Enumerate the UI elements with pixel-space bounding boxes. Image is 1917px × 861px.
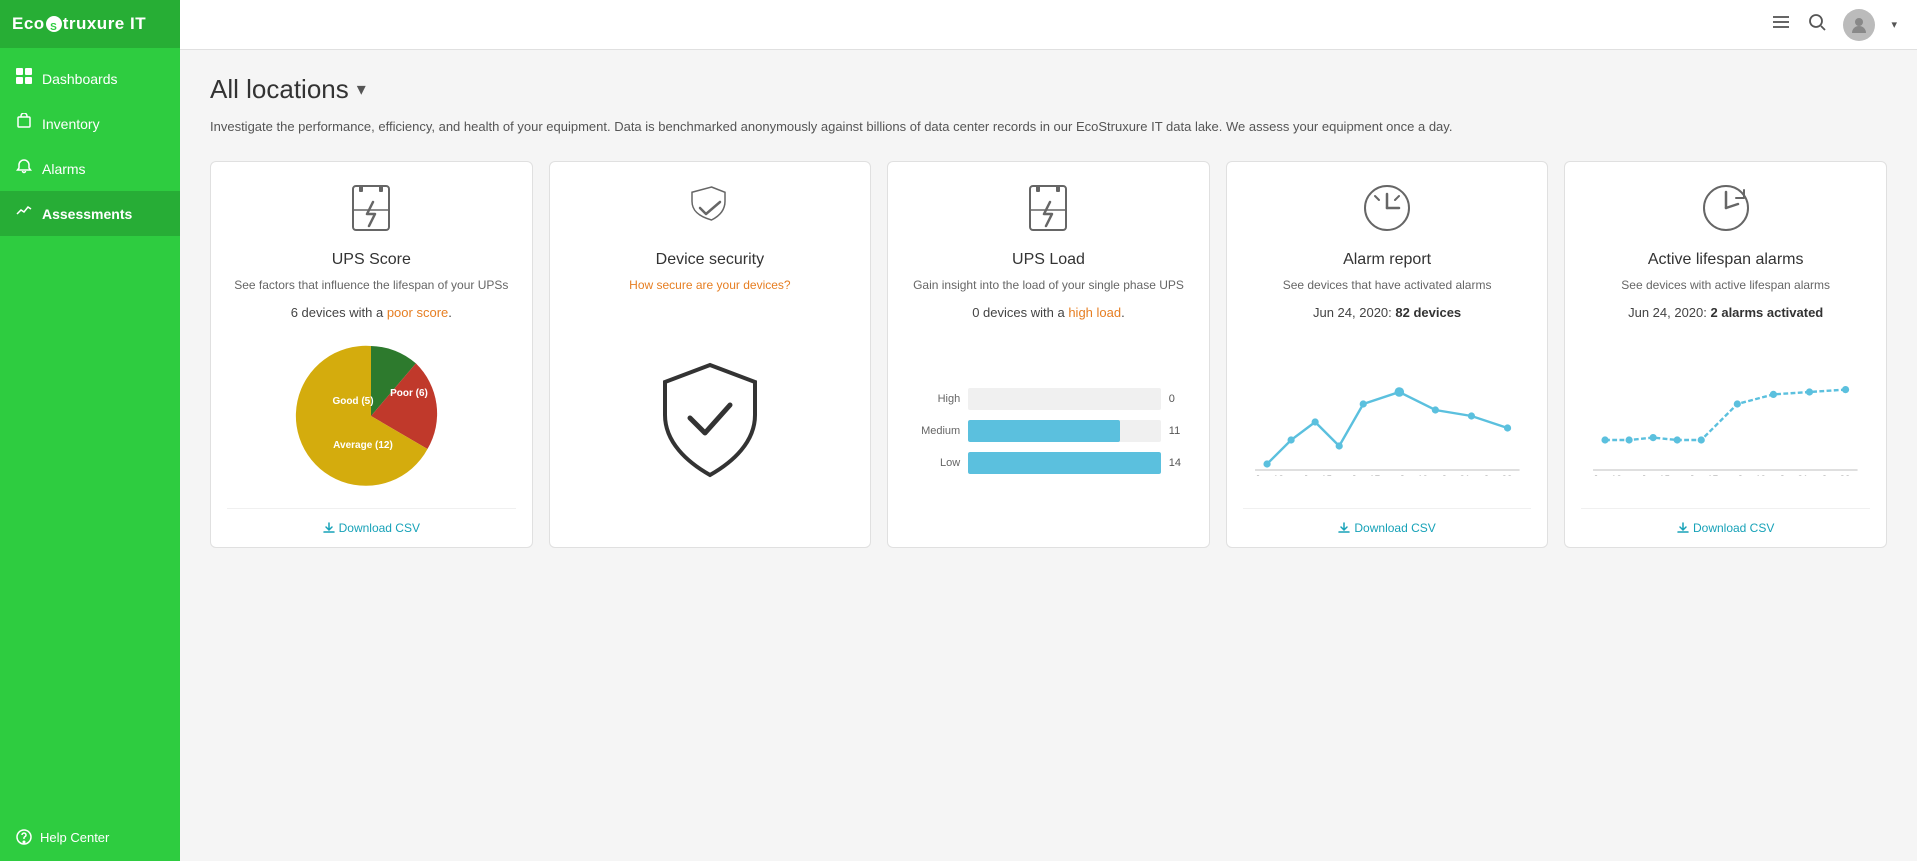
bar-row-high: High 0 [912, 388, 1185, 410]
location-dropdown[interactable]: ▾ [357, 79, 366, 100]
device-security-title: Device security [656, 251, 764, 269]
ups-load-title: UPS Load [1012, 251, 1085, 269]
svg-text:Jun 23: Jun 23 [1483, 474, 1512, 476]
sidebar-nav: Dashboards Inventory Alarms Assessments [0, 48, 180, 813]
svg-text:Poor (6): Poor (6) [390, 388, 428, 399]
help-icon [16, 829, 32, 845]
search-icon[interactable] [1807, 12, 1827, 37]
svg-text:Jun 15: Jun 15 [1303, 474, 1332, 476]
sidebar-item-dashboards-label: Dashboards [42, 71, 118, 87]
menu-icon[interactable] [1771, 12, 1791, 37]
alarms-icon [16, 158, 32, 179]
topbar: ▾ [180, 0, 1917, 50]
svg-text:Jun 21: Jun 21 [1780, 474, 1809, 476]
alarm-report-icon [1361, 182, 1413, 239]
bar-track-low [968, 452, 1161, 474]
avatar[interactable] [1843, 9, 1875, 41]
active-lifespan-download[interactable]: Download CSV [1581, 521, 1870, 535]
alarm-line-chart: Jun 13 Jun 15 Jun 17 Jun 19 Jun 21 Jun 2… [1243, 356, 1532, 476]
active-lifespan-title: Active lifespan alarms [1648, 251, 1804, 269]
ups-load-subtitle: Gain insight into the load of your singl… [913, 277, 1184, 294]
bar-label-medium: Medium [912, 425, 960, 437]
alarm-report-subtitle: See devices that have activated alarms [1283, 277, 1492, 294]
sidebar: EcoStruxure IT Dashboards Inventory Alar… [0, 0, 180, 861]
ups-score-title: UPS Score [332, 251, 411, 269]
bar-fill-medium [968, 420, 1119, 442]
sidebar-item-assessments[interactable]: Assessments [0, 191, 180, 236]
ups-load-icon [1022, 182, 1074, 239]
assessments-icon [16, 203, 32, 224]
active-lifespan-icon [1700, 182, 1752, 239]
bar-row-medium: Medium 11 [912, 420, 1185, 442]
ups-score-download[interactable]: Download CSV [227, 521, 516, 535]
sidebar-item-alarms-label: Alarms [42, 161, 86, 177]
svg-text:Jun 21: Jun 21 [1441, 474, 1470, 476]
svg-text:Jun 13: Jun 13 [1593, 474, 1622, 476]
svg-text:Jun 19: Jun 19 [1399, 474, 1428, 476]
active-lifespan-stat: Jun 24, 2020: 2 alarms activated [1628, 305, 1823, 320]
device-security-shield [566, 305, 855, 535]
alarm-report-stat: Jun 24, 2020: 82 devices [1313, 305, 1461, 320]
sidebar-item-inventory[interactable]: Inventory [0, 101, 180, 146]
svg-text:Jun 15: Jun 15 [1641, 474, 1670, 476]
help-center[interactable]: Help Center [0, 813, 180, 861]
bar-fill-low [968, 452, 1161, 474]
card-ups-score: UPS Score See factors that influence the… [210, 161, 533, 549]
active-lifespan-chart: Jun 13 Jun 15 Jun 17 Jun 19 Jun 21 Jun 2… [1581, 336, 1870, 496]
device-security-icon-top [684, 182, 736, 239]
sidebar-item-alarms[interactable]: Alarms [0, 146, 180, 191]
svg-text:Jun 17: Jun 17 [1351, 474, 1380, 476]
bar-chart: High 0 Medium 11 [904, 388, 1193, 484]
page-description: Investigate the performance, efficiency,… [210, 117, 1510, 137]
bar-row-low: Low 14 [912, 452, 1185, 474]
pie-chart: Good (5) Poor (6) Average (12) [291, 336, 451, 496]
bar-track-high [968, 388, 1161, 410]
card-active-lifespan: Active lifespan alarms See devices with … [1564, 161, 1887, 549]
svg-text:Jun 19: Jun 19 [1738, 474, 1767, 476]
ups-load-chart: High 0 Medium 11 [904, 336, 1193, 535]
card-ups-load: UPS Load Gain insight into the load of y… [887, 161, 1210, 549]
content-area: All locations ▾ Investigate the performa… [180, 50, 1917, 861]
ups-score-footer: Download CSV [227, 508, 516, 547]
card-device-security: Device security How secure are your devi… [549, 161, 872, 549]
sidebar-item-assessments-label: Assessments [42, 206, 132, 222]
user-dropdown-arrow[interactable]: ▾ [1891, 18, 1897, 31]
page-title: All locations [210, 74, 349, 105]
ups-score-stat: 6 devices with a poor score. [291, 305, 452, 320]
alarm-report-title: Alarm report [1343, 251, 1431, 269]
bar-label-low: Low [912, 457, 960, 469]
help-center-label: Help Center [40, 830, 109, 845]
svg-text:Jun 13: Jun 13 [1255, 474, 1284, 476]
svg-text:Good (5): Good (5) [333, 396, 374, 407]
bar-value-medium: 11 [1169, 425, 1185, 437]
page-header: All locations ▾ [210, 74, 1887, 105]
bar-track-medium [968, 420, 1161, 442]
sidebar-item-inventory-label: Inventory [42, 116, 100, 132]
svg-text:Jun 23: Jun 23 [1822, 474, 1851, 476]
active-lifespan-footer: Download CSV [1581, 508, 1870, 547]
ups-score-chart: Good (5) Poor (6) Average (12) [227, 336, 516, 496]
lifespan-line-chart: Jun 13 Jun 15 Jun 17 Jun 19 Jun 21 Jun 2… [1581, 356, 1870, 476]
bar-value-low: 14 [1169, 457, 1185, 469]
main-content: ▾ All locations ▾ Investigate the perfor… [180, 0, 1917, 861]
active-lifespan-subtitle: See devices with active lifespan alarms [1621, 277, 1830, 294]
alarm-report-chart: Jun 13 Jun 15 Jun 17 Jun 19 Jun 21 Jun 2… [1243, 336, 1532, 496]
svg-text:Jun 17: Jun 17 [1690, 474, 1719, 476]
card-alarm-report: Alarm report See devices that have activ… [1226, 161, 1549, 549]
dashboards-icon [16, 68, 32, 89]
svg-text:Average (12): Average (12) [333, 440, 393, 451]
logo: EcoStruxure IT [0, 0, 180, 48]
ups-load-stat: 0 devices with a high load. [972, 305, 1125, 320]
device-security-subtitle: How secure are your devices? [629, 277, 790, 294]
bar-value-high: 0 [1169, 393, 1185, 405]
cards-grid: UPS Score See factors that influence the… [210, 161, 1887, 549]
alarm-report-download[interactable]: Download CSV [1243, 521, 1532, 535]
ups-score-subtitle: See factors that influence the lifespan … [234, 277, 508, 294]
inventory-icon [16, 113, 32, 134]
alarm-report-footer: Download CSV [1243, 508, 1532, 547]
bar-label-high: High [912, 393, 960, 405]
sidebar-item-dashboards[interactable]: Dashboards [0, 56, 180, 101]
ups-score-icon [345, 182, 397, 239]
